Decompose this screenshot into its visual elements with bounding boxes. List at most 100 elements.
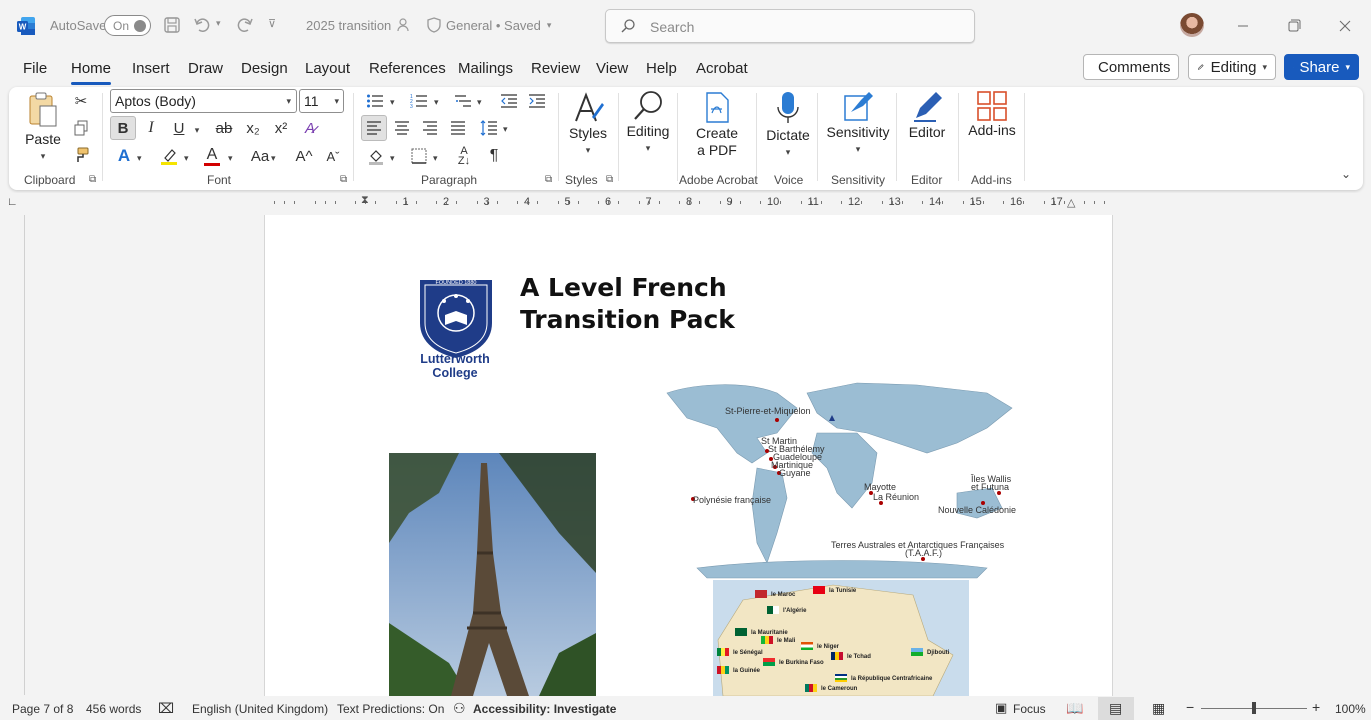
document-page[interactable]: A Level French Transition Pack FOUNDED 1… [264, 215, 1113, 696]
tab-references[interactable]: References [369, 60, 446, 77]
chevron-down-icon[interactable]: ▾ [477, 97, 482, 108]
decrease-indent-icon[interactable] [498, 90, 520, 112]
create-pdf-button[interactable]: Create a PDF [692, 91, 742, 159]
proofing-icon[interactable]: ⌧ [158, 700, 174, 717]
text-effects-icon[interactable]: A [113, 145, 135, 167]
search-input[interactable]: Search [605, 9, 975, 43]
subscript-button[interactable]: x₂ [242, 117, 264, 139]
chevron-down-icon[interactable]: ▾ [433, 153, 438, 164]
highlighter-icon[interactable] [158, 145, 180, 167]
chevron-down-icon[interactable]: ▾ [434, 97, 439, 108]
minimize-icon[interactable] [1233, 16, 1253, 36]
bold-button[interactable]: B [110, 116, 136, 140]
chevron-down-icon[interactable]: ▾ [271, 153, 276, 164]
borders-icon[interactable] [408, 145, 430, 167]
africa-map-image[interactable]: le Maroc la Tunisie l'Algérie la Maurita… [713, 580, 969, 696]
sensitivity-button[interactable]: Sensitivity ▾ [826, 90, 890, 158]
chevron-down-icon[interactable]: ▾ [503, 124, 508, 135]
shading-icon[interactable] [365, 145, 387, 167]
chevron-down-icon[interactable]: ▾ [184, 153, 189, 164]
superscript-button[interactable]: x² [270, 117, 292, 139]
styles-button[interactable]: Styles ▾ [567, 91, 609, 159]
chevron-down-icon[interactable]: ▾ [390, 97, 395, 108]
save-icon[interactable] [162, 15, 182, 35]
tab-review[interactable]: Review [531, 60, 580, 77]
chevron-down-icon[interactable]: ▾ [192, 125, 202, 135]
copy-icon[interactable] [71, 118, 91, 138]
editor-button[interactable]: Editor [905, 90, 949, 141]
italic-button[interactable]: I [141, 117, 161, 139]
dialog-launcher-icon[interactable]: ⧉ [545, 174, 552, 185]
numbering-icon[interactable]: 123 [408, 90, 430, 112]
zoom-out-icon[interactable]: − [1186, 699, 1194, 715]
collapse-ribbon-icon[interactable]: ⌄ [1341, 167, 1351, 181]
show-formatting-icon[interactable]: ¶ [483, 145, 505, 167]
web-layout-icon[interactable]: ▦ [1152, 700, 1165, 717]
chevron-down-icon[interactable]: ▾ [228, 153, 233, 164]
page-count[interactable]: Page 7 of 8 [12, 702, 73, 716]
font-color-icon[interactable]: A [201, 145, 223, 167]
sort-icon[interactable]: A Z↓ [453, 145, 475, 167]
avatar[interactable] [1180, 13, 1204, 37]
undo-dropdown-icon[interactable]: ▾ [216, 18, 221, 29]
tab-mailings[interactable]: Mailings [458, 60, 513, 77]
tab-help[interactable]: Help [646, 60, 677, 77]
align-right-icon[interactable] [419, 117, 441, 139]
clear-formatting-icon[interactable]: A̷ [299, 117, 321, 139]
grow-font-button[interactable]: A^ [293, 145, 315, 167]
addins-button[interactable]: Add-ins [966, 90, 1018, 139]
line-spacing-icon[interactable] [478, 117, 500, 139]
zoom-level[interactable]: 100% [1335, 702, 1366, 716]
zoom-slider-thumb[interactable] [1252, 702, 1256, 714]
format-painter-icon[interactable] [71, 145, 91, 165]
accessibility-status[interactable]: Accessibility: Investigate [473, 702, 616, 716]
chevron-down-icon[interactable]: ▾ [137, 153, 142, 164]
text-predictions-status[interactable]: Text Predictions: On [337, 702, 444, 716]
align-left-icon[interactable] [361, 115, 387, 141]
document-title[interactable]: 2025 transition [306, 18, 391, 33]
tab-insert[interactable]: Insert [132, 60, 170, 77]
undo-icon[interactable] [193, 15, 213, 35]
eiffel-tower-photo[interactable] [389, 453, 596, 696]
dialog-launcher-icon[interactable]: ⧉ [340, 174, 347, 185]
editing-mode-button[interactable]: Editing ▾ [1188, 54, 1276, 80]
sensitivity-status[interactable]: General • Saved ▾ [446, 18, 551, 33]
strikethrough-button[interactable]: ab [212, 117, 236, 139]
page-title[interactable]: A Level French Transition Pack [520, 272, 735, 336]
dialog-launcher-icon[interactable]: ⧉ [89, 174, 96, 185]
font-name-select[interactable]: Aptos (Body) ▾ [110, 89, 297, 113]
word-count[interactable]: 456 words [86, 702, 141, 716]
share-button[interactable]: Share ▾ [1284, 54, 1359, 80]
read-mode-icon[interactable]: 📖 [1066, 700, 1083, 717]
font-size-select[interactable]: 11 ▾ [299, 89, 344, 113]
autosave-toggle[interactable]: On [104, 15, 151, 36]
tab-file[interactable]: File [23, 60, 47, 77]
zoom-in-icon[interactable]: + [1312, 699, 1320, 715]
horizontal-ruler[interactable]: 1234567891011121314151617⧗△ [262, 194, 1112, 210]
comments-button[interactable]: Comments [1083, 54, 1179, 80]
underline-button[interactable]: U [169, 117, 189, 139]
accessibility-icon[interactable]: ⚇ [453, 700, 466, 717]
focus-label[interactable]: Focus [1013, 702, 1046, 716]
bullets-icon[interactable] [364, 90, 386, 112]
tab-design[interactable]: Design [241, 60, 288, 77]
restore-icon[interactable] [1284, 16, 1304, 36]
indent-marker-icon[interactable]: ⧗ [361, 194, 369, 207]
tab-home[interactable]: Home [71, 60, 111, 77]
dialog-launcher-icon[interactable]: ⧉ [606, 174, 613, 185]
redo-icon[interactable] [234, 15, 254, 35]
tab-view[interactable]: View [596, 60, 628, 77]
chevron-down-icon[interactable]: ▾ [390, 153, 395, 164]
world-map-image[interactable] [657, 373, 1022, 583]
right-indent-marker-icon[interactable]: △ [1067, 196, 1075, 209]
tab-draw[interactable]: Draw [188, 60, 223, 77]
language-status[interactable]: English (United Kingdom) [192, 702, 328, 716]
customize-toolbar-icon[interactable]: ⊽ [268, 17, 276, 30]
focus-icon[interactable]: ▣ [995, 700, 1007, 716]
shrink-font-button[interactable]: Aˇ [322, 145, 344, 167]
increase-indent-icon[interactable] [526, 90, 548, 112]
align-center-icon[interactable] [391, 117, 413, 139]
close-icon[interactable] [1335, 16, 1355, 36]
cut-icon[interactable]: ✂ [71, 91, 91, 111]
tab-layout[interactable]: Layout [305, 60, 350, 77]
